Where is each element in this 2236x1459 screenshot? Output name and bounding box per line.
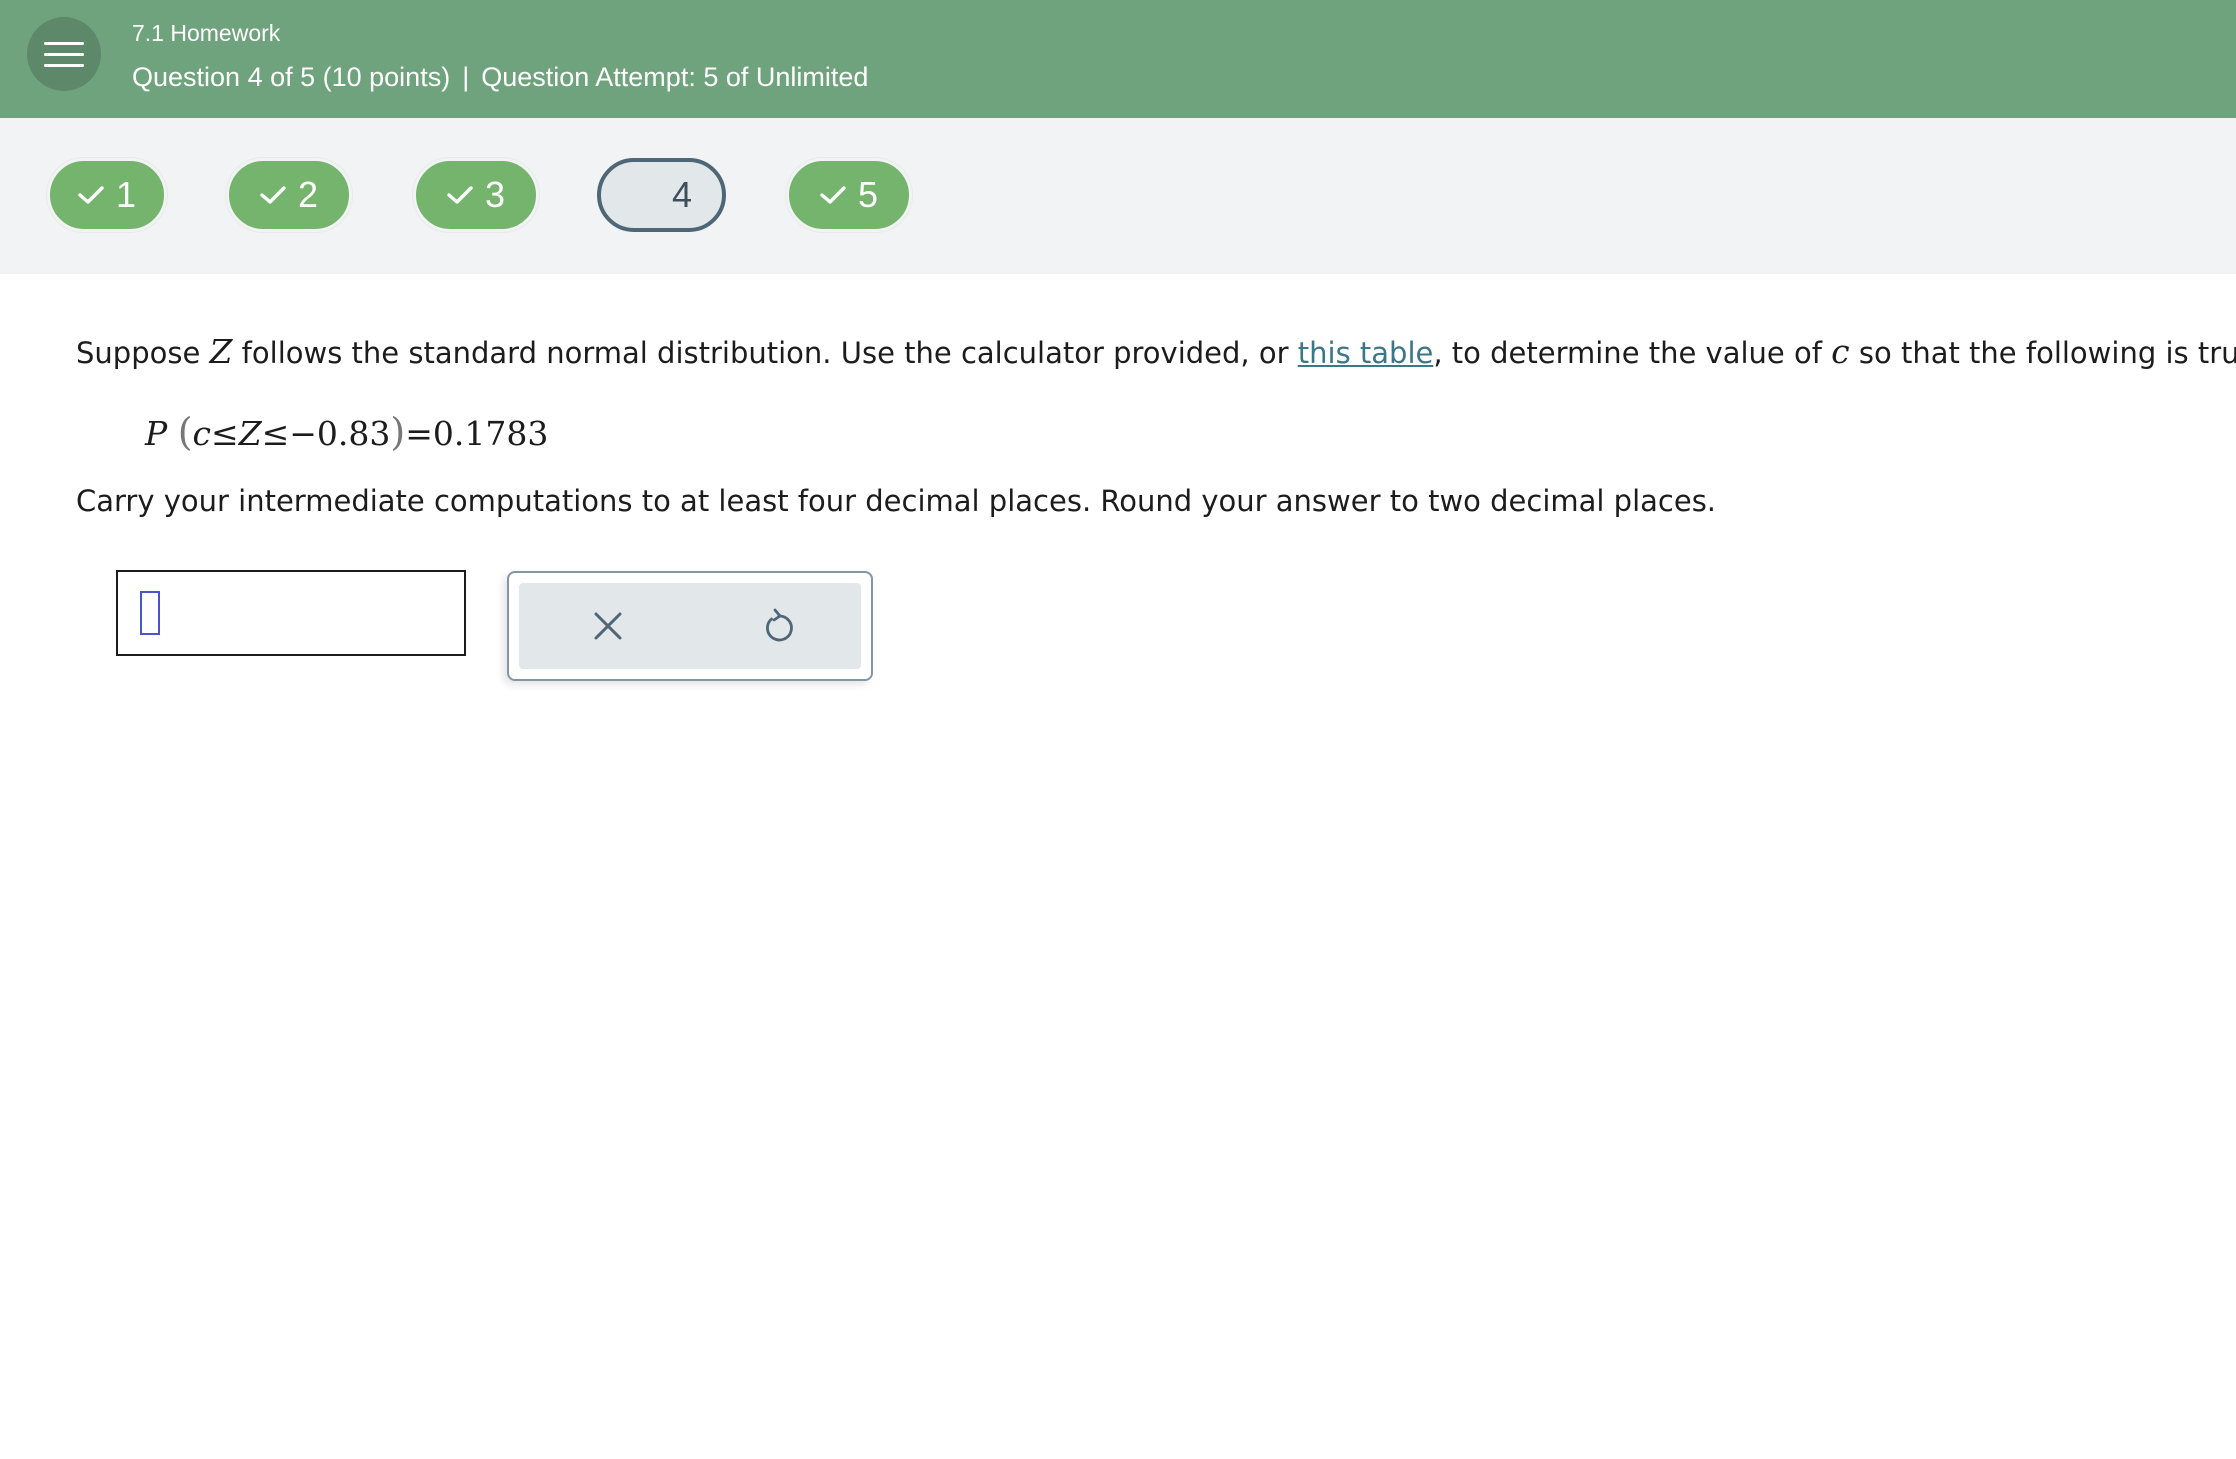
check-icon bbox=[820, 186, 846, 204]
probability-value: 0.1783 bbox=[432, 414, 549, 453]
question-content: Suppose Z follows the standard normal di… bbox=[76, 332, 2236, 518]
assignment-title: 7.1 Homework bbox=[132, 20, 281, 46]
close-icon bbox=[594, 612, 622, 640]
probability-formula: P (c≤Z≤−0.83)=0.1783 bbox=[145, 410, 549, 454]
check-icon bbox=[260, 186, 286, 204]
rounding-instruction: Carry your intermediate computations to … bbox=[76, 484, 1717, 518]
question-nav-label: 3 bbox=[484, 174, 506, 215]
question-text: Suppose Z follows the standard normal di… bbox=[76, 332, 2236, 371]
question-nav-3[interactable]: 3 bbox=[413, 158, 539, 232]
question-nav-2[interactable]: 2 bbox=[226, 158, 352, 232]
question-nav-label: 4 bbox=[671, 174, 692, 215]
variable-z: Z bbox=[209, 332, 233, 371]
table-link[interactable]: this table bbox=[1298, 336, 1434, 370]
question-nav-5[interactable]: 5 bbox=[786, 158, 912, 232]
menu-button[interactable] bbox=[27, 17, 101, 91]
question-navigation: 1 2 3 4 5 bbox=[0, 118, 2236, 274]
input-cursor bbox=[140, 591, 160, 635]
answer-tools bbox=[507, 571, 873, 681]
question-info: Question 4 of 5 (10 points) bbox=[132, 62, 451, 92]
answer-input[interactable] bbox=[116, 570, 466, 656]
attempt-info: Question Attempt: 5 of Unlimited bbox=[481, 62, 869, 92]
question-info-line: Question 4 of 5 (10 points) | Question Att… bbox=[132, 62, 868, 93]
question-nav-label: 2 bbox=[297, 174, 319, 215]
undo-button[interactable] bbox=[756, 603, 802, 649]
clear-button[interactable] bbox=[585, 603, 631, 649]
undo-icon bbox=[766, 608, 793, 642]
check-icon bbox=[78, 186, 104, 204]
question-nav-label: 5 bbox=[857, 174, 879, 215]
variable-c: c bbox=[1831, 332, 1850, 371]
question-nav-1[interactable]: 1 bbox=[47, 158, 167, 232]
hamburger-icon bbox=[44, 42, 84, 45]
header-separator: | bbox=[462, 62, 470, 92]
question-nav-label: 1 bbox=[115, 174, 137, 215]
assignment-header: 7.1 Homework Question 4 of 5 (10 points)… bbox=[0, 0, 2236, 118]
question-nav-4[interactable]: 4 bbox=[597, 158, 726, 232]
check-icon bbox=[447, 186, 473, 204]
